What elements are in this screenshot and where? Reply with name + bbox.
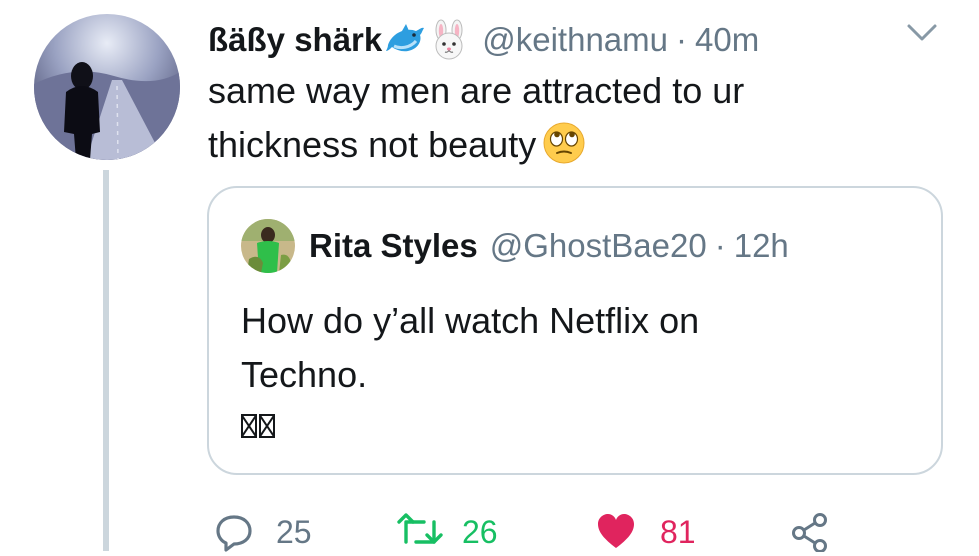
author-avatar[interactable] — [34, 14, 180, 160]
share-button[interactable] — [790, 508, 830, 556]
quoted-author-handle[interactable]: @GhostBae20 — [490, 227, 707, 265]
reply-count: 25 — [276, 513, 312, 550]
quoted-tweet-timestamp[interactable]: 12h — [734, 227, 789, 265]
face-with-rolling-eyes-icon — [542, 121, 586, 165]
separator-dot: · — [714, 227, 726, 264]
quoted-text-line: Techno. — [241, 354, 368, 395]
quoted-tweet-header: Rita Styles @GhostBae20 · 12h — [241, 218, 789, 274]
tweet-text-line: thickness not beauty — [208, 118, 908, 172]
thread-line — [103, 170, 109, 551]
like-button[interactable]: 81 — [596, 508, 696, 556]
like-count: 81 — [660, 513, 696, 550]
reply-icon — [214, 512, 254, 552]
tweet-header: ßäßy shärk @keithnamu · 40m — [208, 12, 759, 68]
dolphin-icon — [384, 19, 426, 61]
retweet-button[interactable]: 26 — [396, 508, 498, 556]
share-icon — [790, 512, 830, 552]
chevron-down-icon[interactable] — [905, 22, 939, 44]
quoted-tweet-text: How do y’all watch Netflix on Techno. — [241, 294, 699, 402]
tweet-text-fragment: thickness not beauty — [208, 124, 537, 165]
author-handle[interactable]: @keithnamu — [482, 21, 668, 59]
heart-icon — [596, 512, 636, 552]
quoted-author-avatar[interactable] — [241, 219, 295, 273]
missing-glyph-boxes — [241, 414, 275, 438]
tweet-actions: 25 26 81 — [0, 508, 979, 556]
quoted-author-display-name[interactable]: Rita Styles — [309, 227, 478, 265]
missing-glyph-icon — [259, 414, 275, 438]
retweet-count: 26 — [462, 513, 498, 550]
tweet-text-line: same way men are attracted to ur — [208, 70, 745, 111]
retweet-icon — [396, 512, 444, 552]
separator-dot: · — [676, 21, 688, 58]
rabbit-face-icon — [428, 19, 470, 61]
tweet-timestamp[interactable]: 40m — [695, 21, 759, 59]
quoted-tweet-card[interactable]: Rita Styles @GhostBae20 · 12h How do y’a… — [207, 186, 943, 475]
author-display-name[interactable]: ßäßy shärk — [208, 21, 382, 59]
tweet-text: same way men are attracted to ur thickne… — [208, 64, 908, 172]
reply-button[interactable]: 25 — [214, 508, 312, 556]
missing-glyph-icon — [241, 414, 257, 438]
quoted-text-line: How do y’all watch Netflix on — [241, 300, 700, 341]
